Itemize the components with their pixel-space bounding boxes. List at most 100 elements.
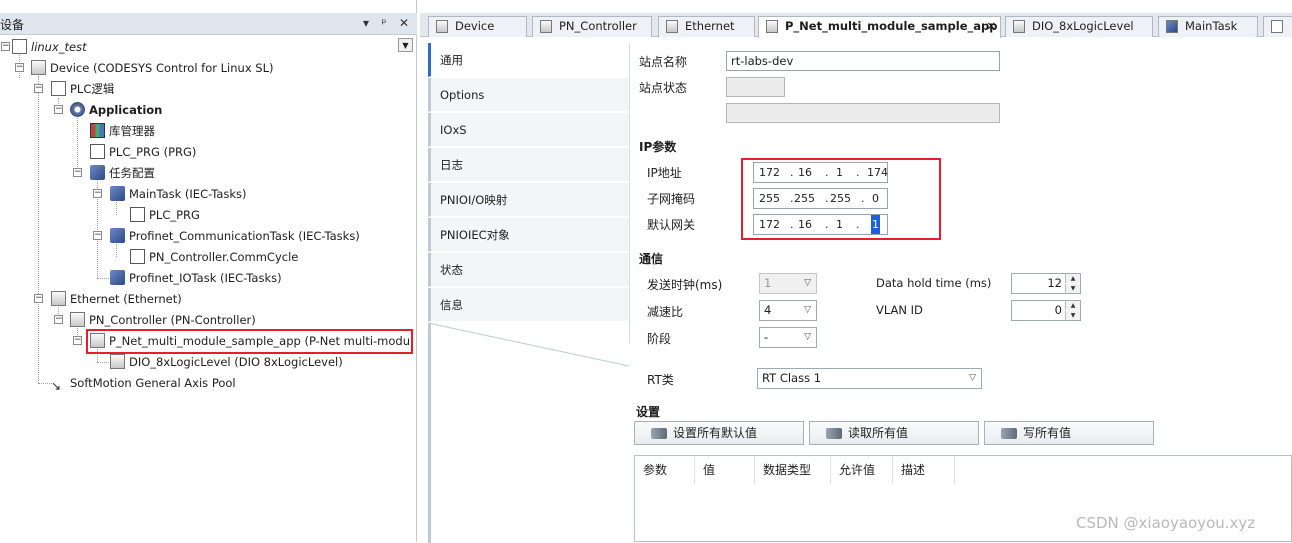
chevron-down-icon: ▽ [804, 332, 811, 342]
tab-device[interactable]: Device [428, 16, 527, 37]
phase-select[interactable]: - ▽ [759, 327, 817, 348]
read-arrow-icon [826, 428, 842, 439]
tree-item-main-task-pou[interactable]: PLC_PRG [130, 205, 200, 225]
pin-icon[interactable]: ᵖ [376, 15, 392, 31]
side-tab-status[interactable]: 状态 [428, 253, 629, 287]
expander-device[interactable]: − [15, 63, 24, 72]
column-header-description[interactable]: 描述 [893, 456, 955, 484]
device-tab-icon [666, 20, 678, 33]
plc-logic-icon [51, 81, 66, 96]
expander-comm-task[interactable]: − [93, 231, 102, 240]
tree-item-device[interactable]: Device (CODESYS Control for Linux SL) [31, 58, 273, 78]
tab-dio[interactable]: DIO_8xLogicLevel [1005, 16, 1153, 37]
expander-root[interactable]: − [1, 42, 10, 51]
send-clock-label: 发送时钟(ms) [647, 278, 723, 292]
data-hold-spinner[interactable]: 12 ▲ ▼ [1011, 273, 1081, 294]
side-tab-iec-objects[interactable]: PNIOIEC对象 [428, 218, 629, 252]
station-status-label: 站点状态 [639, 81, 688, 95]
tree-item-io-task[interactable]: Profinet_IOTask (IEC-Tasks) [110, 268, 282, 288]
side-tab-info[interactable]: 信息 [428, 288, 629, 322]
tree-item-root[interactable]: linux_test [12, 37, 87, 57]
rt-class-select[interactable]: RT Class 1 ▽ [757, 368, 982, 389]
tree-item-application[interactable]: Application [70, 100, 162, 120]
tab-pn-controller[interactable]: PN_Controller [532, 16, 652, 37]
application-gear-icon [70, 102, 85, 117]
close-icon[interactable]: ✕ [396, 15, 412, 31]
task-tab-icon [1166, 20, 1178, 33]
column-header-parameter[interactable]: 参数 [635, 456, 695, 484]
axis-pool-icon: ↘ [51, 379, 62, 393]
write-all-values-button[interactable]: 写所有值 [984, 421, 1154, 445]
tab-pnet-app[interactable]: P_Net_multi_module_sample_app ✕ [758, 16, 1001, 38]
spin-up-icon[interactable]: ▲ [1065, 301, 1080, 310]
expander-main-task[interactable]: − [93, 189, 102, 198]
chevron-down-icon: ▽ [804, 278, 811, 288]
device-tab-icon [1013, 20, 1025, 33]
vlan-id-spinner[interactable]: 0 ▲ ▼ [1011, 300, 1081, 321]
spin-up-icon[interactable]: ▲ [1065, 274, 1080, 283]
tree-item-plc-logic[interactable]: PLC逻辑 [51, 79, 114, 99]
expander-ethernet[interactable]: − [34, 294, 43, 303]
gateway-label: 默认网关 [647, 218, 696, 232]
reduction-ratio-label: 减速比 [647, 305, 684, 319]
expander-pn-controller[interactable]: − [54, 315, 63, 324]
expander-task-config[interactable]: − [73, 168, 82, 177]
side-tab-ioxs[interactable]: IOxS [428, 113, 629, 147]
write-arrow-icon [1001, 428, 1017, 439]
side-tab-io-mapping[interactable]: PNIOI/O映射 [428, 183, 629, 217]
side-tab-log[interactable]: 日志 [428, 148, 629, 182]
column-header-allowed-values[interactable]: 允许值 [831, 456, 893, 484]
side-tab-options[interactable]: Options [428, 78, 629, 112]
tree-item-comm-task[interactable]: Profinet_CommunicationTask (IEC-Tasks) [110, 226, 360, 246]
tree-item-axis-pool[interactable]: ↘ SoftMotion General Axis Pool [51, 373, 236, 393]
editor-tab-bar: Device PN_Controller Ethernet P_Net_mult… [420, 13, 1292, 38]
tree-item-plc-prg[interactable]: PLC_PRG (PRG) [90, 142, 196, 162]
chevron-down-icon: ▽ [969, 373, 976, 383]
task-config-icon [90, 165, 105, 180]
module-icon [110, 354, 125, 369]
subnet-mask-label: 子网掩码 [647, 192, 696, 206]
device-panel: 设备 ▾ ᵖ ✕ ▼ − − − − − − − − − − linux_tes… [0, 0, 417, 542]
tab-overflow[interactable] [1263, 16, 1292, 37]
pou-call-icon [130, 207, 145, 222]
task-icon [110, 186, 125, 201]
set-all-defaults-button[interactable]: 设置所有默认值 [634, 421, 804, 445]
tree-item-dio[interactable]: DIO_8xLogicLevel (DIO 8xLogicLevel) [110, 352, 343, 372]
comm-section-heading: 通信 [639, 252, 664, 266]
reduction-ratio-select[interactable]: 4 ▽ [759, 300, 817, 321]
column-header-datatype[interactable]: 数据类型 [755, 456, 831, 484]
panel-menu-dropdown-icon[interactable]: ▾ [358, 15, 374, 31]
document-tab-icon [1271, 20, 1283, 33]
tree-item-ethernet[interactable]: Ethernet (Ethernet) [51, 289, 182, 309]
tree-item-task-config[interactable]: 任务配置 [90, 163, 155, 183]
station-name-input[interactable]: rt-labs-dev [726, 51, 1000, 71]
device-tab-icon [540, 20, 552, 33]
rt-class-label: RT类 [647, 373, 674, 387]
tree-filter-dropdown-icon[interactable]: ▼ [398, 38, 413, 52]
watermark: CSDN @xiaoyaoyou.xyz [1076, 514, 1256, 532]
station-status-field [726, 77, 785, 97]
spin-down-icon[interactable]: ▼ [1065, 284, 1080, 293]
expander-plc-logic[interactable]: − [34, 84, 43, 93]
tab-close-icon[interactable]: ✕ [986, 17, 996, 36]
tree-item-pn-controller[interactable]: PN_Controller (PN-Controller) [70, 310, 256, 330]
ethernet-device-icon [51, 291, 66, 306]
side-tab-general[interactable]: 通用 [428, 43, 629, 77]
expander-pnet-app[interactable]: − [73, 336, 82, 345]
tab-main-task[interactable]: MainTask [1158, 16, 1258, 37]
reset-arrow-icon [651, 428, 667, 439]
chevron-down-icon: ▽ [804, 305, 811, 315]
ip-section-heading: IP参数 [639, 140, 677, 154]
column-header-value[interactable]: 值 [695, 456, 755, 484]
pou-icon [90, 144, 105, 159]
tree-item-main-task[interactable]: MainTask (IEC-Tasks) [110, 184, 247, 204]
phase-label: 阶段 [647, 332, 672, 346]
tab-ethernet[interactable]: Ethernet [658, 16, 755, 37]
tree-item-library-manager[interactable]: 库管理器 [90, 121, 155, 141]
read-all-values-button[interactable]: 读取所有值 [809, 421, 979, 445]
send-clock-select: 1 ▽ [759, 273, 817, 294]
spin-down-icon[interactable]: ▼ [1065, 311, 1080, 320]
station-name-label: 站点名称 [639, 55, 688, 69]
expander-application[interactable]: − [54, 105, 63, 114]
tree-item-comm-task-pou[interactable]: PN_Controller.CommCycle [130, 247, 298, 267]
